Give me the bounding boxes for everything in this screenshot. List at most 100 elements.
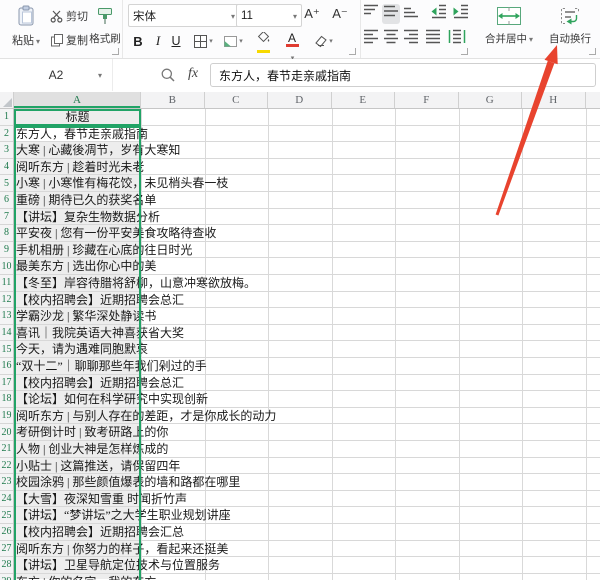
row-number-2[interactable]: 2 xyxy=(0,126,13,143)
distribute-button[interactable] xyxy=(446,29,468,49)
cell-row-24[interactable]: 【大雪】夜深知雪重 时闻折竹声 xyxy=(0,491,600,508)
row-number-1[interactable]: 1 xyxy=(0,109,13,126)
row-number-5[interactable]: 5 xyxy=(0,175,13,192)
cell-row-5[interactable]: 小寒 | 小寒惟有梅花饺，未见梢头春一枝 xyxy=(0,175,600,192)
cell-row-4[interactable]: 阅听东方 | 趁着时光未老 xyxy=(0,159,600,176)
column-header-D[interactable]: D xyxy=(268,92,332,108)
cell-row-21[interactable]: 人物 | 创业大神是怎样炼成的 xyxy=(0,441,600,458)
align-left-button[interactable] xyxy=(362,29,380,49)
align-right-button[interactable] xyxy=(402,29,420,49)
cell-row-22[interactable]: 小贴士 | 这篇推送，请保留四年 xyxy=(0,458,600,475)
cell-row-27[interactable]: 阅听东方 | 你努力的样子，看起来还挺美 xyxy=(0,541,600,558)
cell-row-3[interactable]: 大寒 | 心藏後凋节，岁有大寒知 xyxy=(0,142,600,159)
underline-button[interactable]: U xyxy=(168,30,184,52)
cell-row-28[interactable]: 【讲坛】卫星导航定位技术与位置服务 xyxy=(0,557,600,574)
row-number-26[interactable]: 26 xyxy=(0,524,13,541)
justify-button[interactable] xyxy=(424,29,442,49)
cell-row-13[interactable]: 学霸沙龙 | 繁华深处静读书 xyxy=(0,308,600,325)
column-header-C[interactable]: C xyxy=(205,92,269,108)
row-number-13[interactable]: 13 xyxy=(0,308,13,325)
row-number-20[interactable]: 20 xyxy=(0,424,13,441)
row-number-15[interactable]: 15 xyxy=(0,341,13,358)
row-number-10[interactable]: 10 xyxy=(0,258,13,275)
fx-icon[interactable]: fx xyxy=(188,66,198,82)
cell-row-17[interactable]: 【校内招聘会】近期招聘会总汇 xyxy=(0,375,600,392)
align-top-button[interactable] xyxy=(362,4,380,24)
row-number-14[interactable]: 14 xyxy=(0,325,13,342)
wrap-text-button[interactable]: 自动换行 xyxy=(544,2,596,54)
cell-row-10[interactable]: 最美东方 | 选出你心中的美 xyxy=(0,258,600,275)
decrease-indent-button[interactable] xyxy=(428,4,450,24)
cell-row-11[interactable]: 【冬至】岸容待腊将舒柳，山意冲寒欲放梅。 xyxy=(0,275,600,292)
select-all-corner[interactable] xyxy=(0,92,14,108)
cell-row-16[interactable]: “双十二”｜聊聊那些年我们剁过的手 xyxy=(0,358,600,375)
clipboard-dialog-launcher-icon[interactable] xyxy=(112,48,119,55)
cell-row-19[interactable]: 阅听东方 | 与别人存在的差距，才是你成长的动力 xyxy=(0,408,600,425)
borders-button[interactable] xyxy=(190,30,216,52)
cell-row-25[interactable]: 【讲坛】“梦讲坛”之大学生职业规划讲座 xyxy=(0,507,600,524)
increase-font-size-button[interactable]: A⁺ xyxy=(300,3,324,25)
font-size-select[interactable]: 11 xyxy=(236,4,302,27)
name-box[interactable]: A2 xyxy=(0,59,113,91)
column-header-H[interactable]: H xyxy=(522,92,586,108)
merge-center-button[interactable]: 合并居中 xyxy=(478,2,540,54)
bold-button[interactable]: B xyxy=(130,30,146,52)
cell-row-26[interactable]: 【校内招聘会】近期招聘会汇总 xyxy=(0,524,600,541)
row-number-21[interactable]: 21 xyxy=(0,441,13,458)
align-bottom-button[interactable] xyxy=(402,4,420,24)
increase-indent-button[interactable] xyxy=(450,4,472,24)
decrease-font-size-button[interactable]: A⁻ xyxy=(328,3,352,25)
row-number-25[interactable]: 25 xyxy=(0,507,13,524)
align-middle-button[interactable] xyxy=(382,4,400,24)
font-color-button[interactable]: A xyxy=(280,30,304,52)
row-number-9[interactable]: 9 xyxy=(0,242,13,259)
cell-row-8[interactable]: 平安夜 | 您有一份平安美食攻略待查收 xyxy=(0,225,600,242)
row-number-8[interactable]: 8 xyxy=(0,225,13,242)
cell-row-18[interactable]: 【论坛】如何在科学研究中实现创新 xyxy=(0,391,600,408)
italic-button[interactable]: I xyxy=(152,30,164,52)
cell-row-20[interactable]: 考研倒计时 | 致考研路上的你 xyxy=(0,424,600,441)
magnifier-icon[interactable] xyxy=(160,67,176,83)
row-number-12[interactable]: 12 xyxy=(0,292,13,309)
row-number-19[interactable]: 19 xyxy=(0,408,13,425)
fill-color-button[interactable] xyxy=(250,30,276,52)
column-header-F[interactable]: F xyxy=(395,92,459,108)
clear-formatting-button[interactable] xyxy=(310,30,336,52)
paste-button[interactable]: 粘贴 xyxy=(4,3,48,55)
cell-row-23[interactable]: 校园涂鸦 | 那些颜值爆表的墙和路都在哪里 xyxy=(0,474,600,491)
align-center-button[interactable] xyxy=(382,29,400,49)
cell-shading-button[interactable] xyxy=(220,30,246,52)
cell-row-12[interactable]: 【校内招聘会】近期招聘会总汇 xyxy=(0,292,600,309)
cell-row-7[interactable]: 【讲坛】复杂生物数据分析 xyxy=(0,209,600,226)
row-number-7[interactable]: 7 xyxy=(0,209,13,226)
row-number-4[interactable]: 4 xyxy=(0,159,13,176)
row-number-18[interactable]: 18 xyxy=(0,391,13,408)
row-number-24[interactable]: 24 xyxy=(0,491,13,508)
cell-row-6[interactable]: 重磅 | 期待已久的获奖名单 xyxy=(0,192,600,209)
column-header-E[interactable]: E xyxy=(332,92,396,108)
cell-row-15[interactable]: 今天，请为遇难同胞默哀 xyxy=(0,341,600,358)
row-number-23[interactable]: 23 xyxy=(0,474,13,491)
column-header-B[interactable]: B xyxy=(141,92,205,108)
font-dialog-launcher-icon[interactable] xyxy=(349,48,356,55)
cell-row-1[interactable]: 标题 xyxy=(0,109,600,126)
column-header-G[interactable]: G xyxy=(459,92,523,108)
cell-row-2[interactable]: 东方人，春节走亲戚指南 xyxy=(0,126,600,143)
row-number-3[interactable]: 3 xyxy=(0,142,13,159)
row-number-16[interactable]: 16 xyxy=(0,358,13,375)
row-number-28[interactable]: 28 xyxy=(0,557,13,574)
merge-dialog-launcher-icon[interactable] xyxy=(589,48,596,55)
formula-input[interactable]: 东方人，春节走亲戚指南 xyxy=(210,63,596,87)
alignment-dialog-launcher-icon[interactable] xyxy=(461,48,468,55)
cell-row-29[interactable]: 东方 | 你的名字，我的东方 xyxy=(0,574,600,580)
column-header-A[interactable]: A xyxy=(14,92,141,108)
font-name-select[interactable]: 宋体 xyxy=(128,4,240,27)
row-number-27[interactable]: 27 xyxy=(0,541,13,558)
row-number-17[interactable]: 17 xyxy=(0,375,13,392)
cell-row-14[interactable]: 喜讯｜我院英语大神喜获省大奖 xyxy=(0,325,600,342)
row-number-11[interactable]: 11 xyxy=(0,275,13,292)
row-number-6[interactable]: 6 xyxy=(0,192,13,209)
row-number-29[interactable]: 29 xyxy=(0,574,13,580)
row-number-22[interactable]: 22 xyxy=(0,458,13,475)
cell-row-9[interactable]: 手机相册 | 珍藏在心底的往日时光 xyxy=(0,242,600,259)
